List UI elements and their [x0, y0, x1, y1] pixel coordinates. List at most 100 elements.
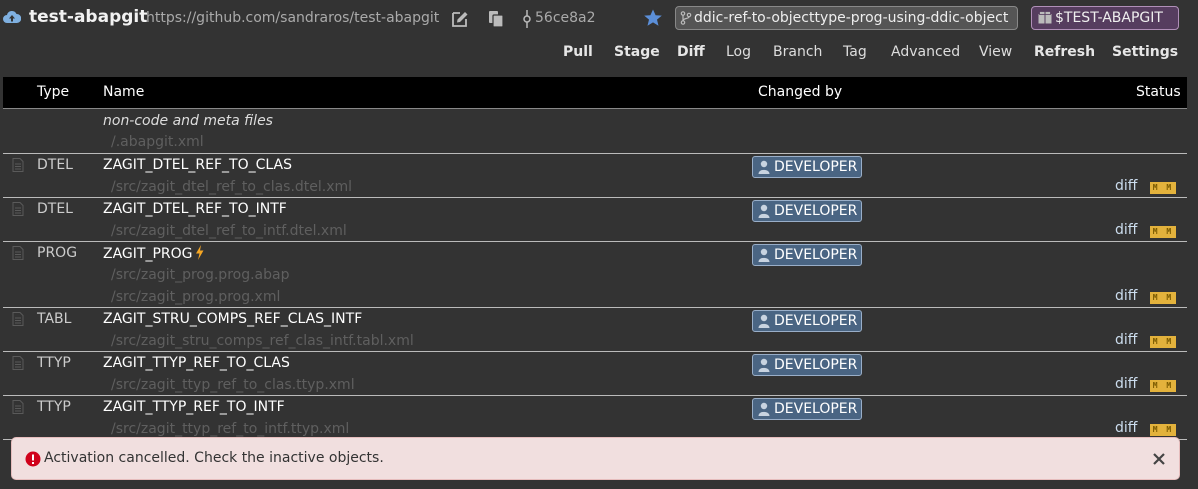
file-path[interactable]: /src/zagit_dtel_ref_to_clas.dtel.xml — [111, 179, 352, 195]
user-name: DEVELOPER — [774, 247, 858, 263]
log-link[interactable]: Log — [726, 44, 751, 60]
branch-icon — [680, 11, 692, 25]
user-badge[interactable]: DEVELOPER — [752, 200, 862, 222]
cloud-upload-icon — [3, 10, 21, 23]
commit-icon — [523, 10, 531, 28]
file-path[interactable]: /src/zagit_prog.prog.abap — [111, 267, 289, 283]
tag-menu[interactable]: Tag — [843, 44, 867, 60]
user-name: DEVELOPER — [774, 401, 858, 417]
object-type: TTYP — [37, 355, 71, 371]
commit-hash[interactable]: 56ce8a2 — [535, 10, 596, 26]
close-icon[interactable] — [1149, 449, 1169, 469]
file-icon — [12, 202, 24, 216]
pull-link[interactable]: Pull — [563, 44, 593, 60]
file-path[interactable]: /src/zagit_stru_comps_ref_clas_intf.tabl… — [111, 333, 414, 349]
file-icon — [12, 400, 24, 414]
user-badge[interactable]: DEVELOPER — [752, 354, 862, 376]
object-name[interactable]: ZAGIT_PROG — [103, 245, 204, 262]
user-icon — [758, 358, 770, 372]
toast-message: Activation cancelled. Check the inactive… — [44, 450, 384, 466]
status-badge[interactable]: M M — [1150, 380, 1176, 392]
view-menu[interactable]: View — [979, 44, 1012, 60]
status-badge[interactable]: M M — [1150, 226, 1176, 238]
diff-link[interactable]: diff — [1115, 376, 1137, 392]
user-badge[interactable]: DEVELOPER — [752, 310, 862, 332]
column-type: Type — [37, 84, 70, 100]
settings-link[interactable]: Settings — [1112, 44, 1178, 60]
file-path[interactable]: /src/zagit_prog.prog.xml — [111, 289, 280, 305]
user-name: DEVELOPER — [774, 203, 858, 219]
user-badge[interactable]: DEVELOPER — [752, 398, 862, 420]
user-icon — [758, 402, 770, 416]
diff-link[interactable]: diff — [1115, 332, 1137, 348]
table-row: DTEL ZAGIT_DTEL_REF_TO_INTF/src/zagit_dte… — [3, 198, 1187, 242]
object-name-text: ZAGIT_DTEL_REF_TO_INTF — [103, 201, 287, 217]
table-row: TABL ZAGIT_STRU_COMPS_REF_CLAS_INTF/src/z… — [3, 308, 1187, 352]
copy-icon[interactable] — [488, 10, 504, 28]
status-badge[interactable]: M M — [1150, 182, 1176, 194]
table-header: Type Name Changed by Status — [3, 77, 1187, 109]
user-icon — [758, 160, 770, 174]
table-row: TTYP ZAGIT_TTYP_REF_TO_CLAS/src/zagit_tty… — [3, 352, 1187, 396]
file-path[interactable]: /.abapgit.xml — [111, 134, 204, 150]
object-type: DTEL — [37, 157, 73, 173]
column-changed-by: Changed by — [758, 84, 843, 100]
meta-files-row: non-code and meta files /.abapgit.xml — [3, 110, 1187, 154]
diff-link[interactable]: diff — [1115, 420, 1137, 436]
repo-url[interactable]: https://github.com/sandraros/test-abapgi… — [146, 10, 439, 26]
stage-link[interactable]: Stage — [614, 44, 660, 60]
advanced-menu[interactable]: Advanced — [891, 44, 960, 60]
diff-link[interactable]: diff — [1115, 178, 1137, 194]
edit-icon[interactable] — [451, 10, 469, 28]
object-name[interactable]: ZAGIT_STRU_COMPS_REF_CLAS_INTF — [103, 311, 362, 327]
file-icon — [12, 158, 24, 172]
diff-link[interactable]: diff — [1115, 222, 1137, 238]
user-badge[interactable]: DEVELOPER — [752, 244, 862, 266]
file-icon — [12, 356, 24, 370]
diff-link[interactable]: diff — [1115, 288, 1137, 304]
star-icon[interactable] — [643, 8, 663, 28]
user-badge[interactable]: DEVELOPER — [752, 156, 862, 178]
status-badge[interactable]: M M — [1150, 336, 1176, 348]
object-name[interactable]: ZAGIT_TTYP_REF_TO_CLAS — [103, 355, 290, 371]
table-row: PROG ZAGIT_PROG/src/zagit_prog.prog.abap /… — [3, 242, 1187, 308]
object-name[interactable]: ZAGIT_DTEL_REF_TO_CLAS — [103, 157, 292, 173]
file-icon — [12, 246, 24, 260]
error-toast: Activation cancelled. Check the inactive… — [11, 437, 1180, 480]
column-status: Status — [1136, 84, 1181, 100]
object-name-text: ZAGIT_TTYP_REF_TO_INTF — [103, 399, 285, 415]
object-name-text: ZAGIT_DTEL_REF_TO_CLAS — [103, 157, 292, 173]
user-name: DEVELOPER — [774, 159, 858, 175]
refresh-link[interactable]: Refresh — [1034, 44, 1095, 60]
status-badge[interactable]: M M — [1150, 424, 1176, 436]
object-name[interactable]: ZAGIT_DTEL_REF_TO_INTF — [103, 201, 287, 217]
user-icon — [758, 314, 770, 328]
meta-files-label: non-code and meta files — [103, 113, 273, 129]
branch-badge[interactable]: ddic-ref-to-objecttype-prog-using-ddic-o… — [675, 6, 1018, 30]
file-path[interactable]: /src/zagit_dtel_ref_to_intf.dtel.xml — [111, 223, 347, 239]
object-type: TTYP — [37, 399, 71, 415]
object-name-text: ZAGIT_TTYP_REF_TO_CLAS — [103, 355, 290, 371]
repo-toolbar: Pull Stage Diff Log Branch Tag Advanced … — [0, 44, 1198, 64]
error-icon — [25, 451, 41, 467]
table-row: DTEL ZAGIT_DTEL_REF_TO_CLAS/src/zagit_dte… — [3, 154, 1187, 198]
flash-icon — [195, 245, 203, 260]
branch-name: ddic-ref-to-objecttype-prog-using-ddic-o… — [694, 10, 1009, 26]
package-badge[interactable]: $TEST-ABAPGIT — [1031, 6, 1179, 30]
object-type: DTEL — [37, 201, 73, 217]
status-badge[interactable]: M M — [1150, 292, 1176, 304]
user-icon — [758, 204, 770, 218]
repo-header: test-abapgit https://github.com/sandraro… — [0, 0, 1198, 38]
branch-menu[interactable]: Branch — [773, 44, 822, 60]
diff-link[interactable]: Diff — [677, 44, 705, 60]
package-icon — [1038, 11, 1052, 24]
object-type: PROG — [37, 245, 78, 261]
file-path[interactable]: /src/zagit_ttyp_ref_to_intf.ttyp.xml — [111, 421, 349, 437]
package-name: $TEST-ABAPGIT — [1055, 10, 1163, 26]
user-icon — [758, 248, 770, 262]
object-name[interactable]: ZAGIT_TTYP_REF_TO_INTF — [103, 399, 285, 415]
repo-name[interactable]: test-abapgit — [29, 7, 147, 27]
object-type: TABL — [37, 311, 72, 327]
file-path[interactable]: /src/zagit_ttyp_ref_to_clas.ttyp.xml — [111, 377, 355, 393]
table-row: TTYP ZAGIT_TTYP_REF_TO_INTF/src/zagit_tty… — [3, 396, 1187, 440]
